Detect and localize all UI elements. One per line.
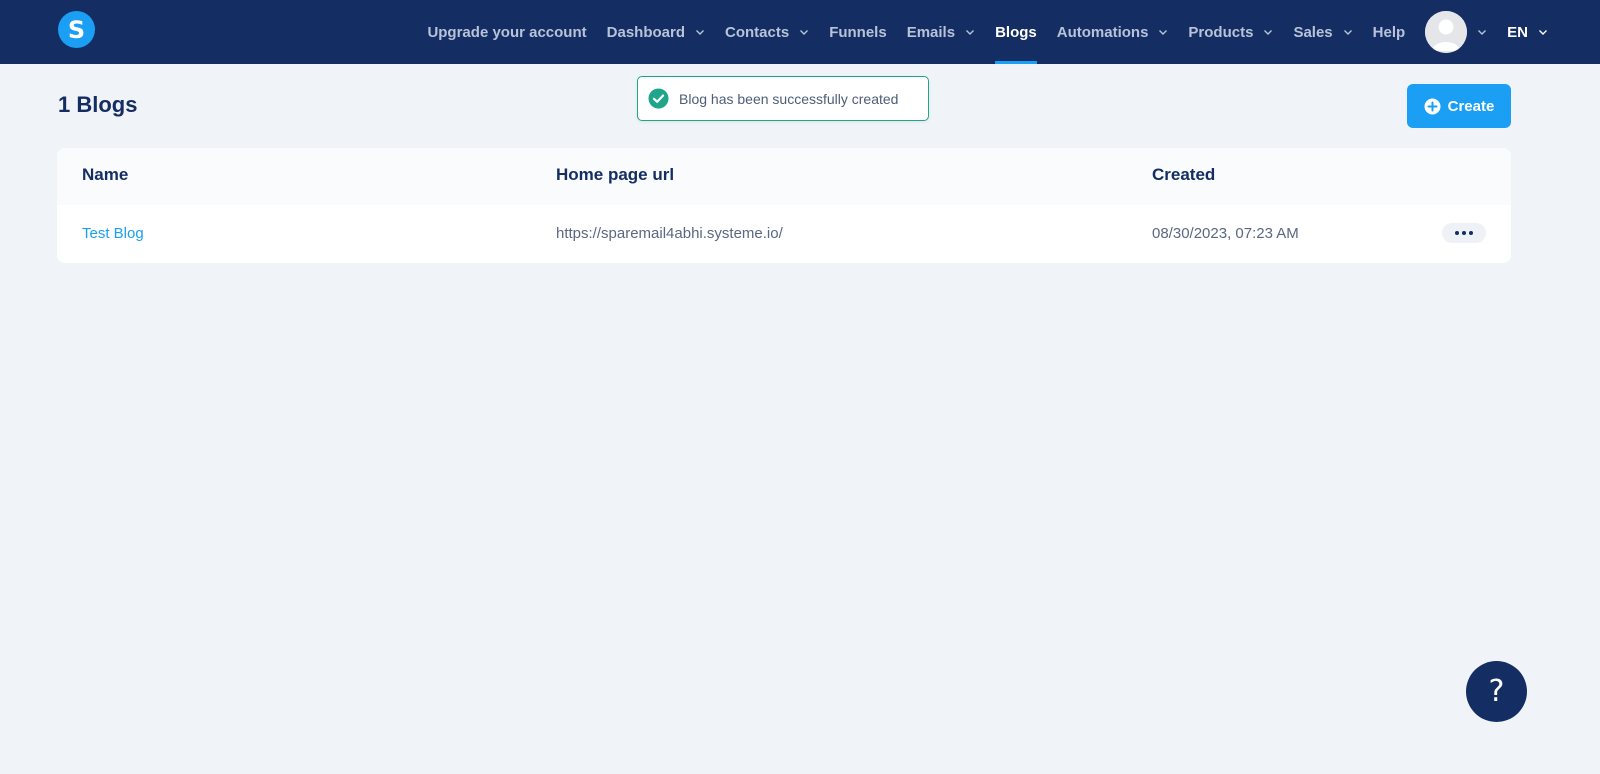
- nav-item-label: Contacts: [725, 23, 790, 41]
- nav-item-help[interactable]: Help: [1373, 0, 1406, 64]
- question-mark-icon: ?: [1488, 674, 1505, 709]
- chevron-down-icon: [695, 27, 705, 37]
- nav-item-products[interactable]: Products: [1188, 0, 1273, 64]
- chevron-down-icon: [1158, 27, 1168, 37]
- nav-item-label: Dashboard: [606, 23, 685, 41]
- nav-item-automations[interactable]: Automations: [1057, 0, 1169, 64]
- chevron-down-icon: [965, 27, 975, 37]
- nav-item-funnels[interactable]: Funnels: [829, 0, 887, 64]
- row-actions-button[interactable]: [1442, 223, 1486, 243]
- user-avatar-icon: [1425, 11, 1468, 53]
- more-dots-icon: [1455, 231, 1459, 235]
- blog-created-date: 08/30/2023, 07:23 AM: [1152, 225, 1299, 242]
- blog-url: https://sparemail4abhi.systeme.io/: [556, 225, 783, 242]
- chevron-down-icon: [799, 27, 809, 37]
- language-label: EN: [1507, 23, 1528, 41]
- table-header: Name Home page url Created: [57, 148, 1511, 205]
- systeme-logo[interactable]: S: [58, 11, 95, 48]
- plus-circle-icon: [1424, 98, 1441, 114]
- chevron-down-icon: [1343, 27, 1353, 37]
- create-button[interactable]: Create: [1407, 84, 1511, 128]
- user-menu[interactable]: [1405, 0, 1487, 64]
- column-header-created: Created: [1152, 165, 1216, 184]
- help-chat-button[interactable]: ?: [1466, 661, 1527, 722]
- nav-item-contacts[interactable]: Contacts: [725, 0, 809, 64]
- nav-item-label: Sales: [1293, 23, 1333, 41]
- create-button-label: Create: [1447, 97, 1495, 115]
- nav-item-blogs[interactable]: Blogs: [995, 0, 1037, 64]
- chevron-down-icon: [1263, 27, 1273, 37]
- table-row: Test Blog https://sparemail4abhi.systeme…: [57, 205, 1511, 263]
- chevron-down-icon: [1477, 27, 1487, 37]
- avatar: [1425, 11, 1468, 53]
- logo-letter: S: [67, 15, 86, 44]
- nav-item-dashboard[interactable]: Dashboard: [607, 0, 705, 64]
- nav-menu: Upgrade your account Dashboard Contacts …: [427, 0, 1548, 64]
- column-header-url: Home page url: [556, 165, 675, 184]
- page-title: 1 Blogs: [58, 92, 138, 117]
- nav-item-label: Help: [1372, 23, 1406, 41]
- success-toast: Blog has been successfully created: [637, 76, 929, 121]
- toast-message: Blog has been successfully created: [679, 90, 899, 107]
- chevron-down-icon: [1538, 27, 1548, 37]
- column-header-name: Name: [82, 165, 129, 184]
- nav-item-label: Automations: [1056, 23, 1149, 41]
- language-selector[interactable]: EN: [1507, 0, 1548, 64]
- more-dots-icon: [1469, 231, 1473, 235]
- nav-item-label: Blogs: [995, 23, 1037, 41]
- more-dots-icon: [1462, 231, 1466, 235]
- nav-item-emails[interactable]: Emails: [907, 0, 975, 64]
- nav-item-label: Products: [1188, 23, 1254, 41]
- nav-item-label: Emails: [906, 23, 956, 41]
- blog-name-link[interactable]: Test Blog: [82, 205, 144, 263]
- nav-item-label: Funnels: [829, 23, 887, 41]
- nav-item-label: Upgrade your account: [427, 23, 587, 41]
- check-circle-icon: [648, 88, 669, 109]
- top-navbar: S Upgrade your account Dashboard Contact…: [0, 0, 1600, 64]
- nav-item-upgrade[interactable]: Upgrade your account: [427, 0, 586, 64]
- nav-item-sales[interactable]: Sales: [1293, 0, 1352, 64]
- blogs-table: Name Home page url Created Test Blog htt…: [57, 148, 1511, 263]
